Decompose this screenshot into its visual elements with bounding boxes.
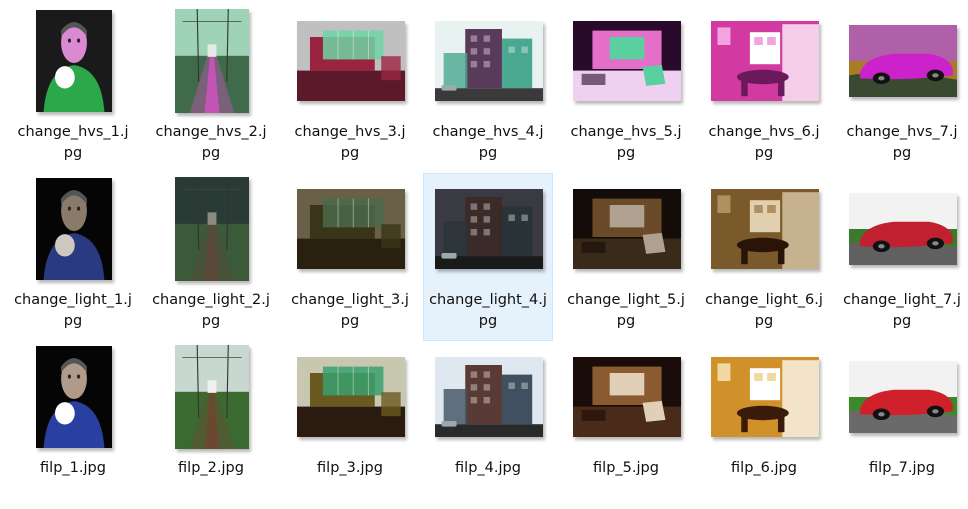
thumbnail-area [147,342,277,452]
thumbnail-area [9,6,139,116]
file-item[interactable]: change_hvs_5.jpg [561,5,691,173]
image-thumbnail [435,189,543,269]
thumbnail-area [9,342,139,452]
image-thumbnail [297,21,405,101]
file-item[interactable]: change_hvs_6.jpg [699,5,829,173]
file-name-label: change_light_6.jpg [705,292,823,329]
file-name-label: filp_6.jpg [731,460,797,476]
file-item[interactable]: change_light_6.jpg [699,173,829,341]
thumbnail-area [424,342,554,452]
file-item[interactable]: change_hvs_1.jpg [8,5,138,173]
file-item[interactable]: change_light_2.jpg [146,173,276,341]
file-name-label: change_light_7.jpg [843,292,961,329]
thumbnail-area [838,342,968,452]
thumbnail-area [286,6,416,116]
file-item[interactable]: change_hvs_4.jpg [423,5,553,173]
thumbnail-area [147,174,277,284]
file-item[interactable]: change_light_3.jpg [285,173,415,341]
thumbnail-area [147,6,277,116]
file-name-label: change_hvs_7.jpg [846,124,958,161]
file-name-label: filp_2.jpg [178,460,244,476]
thumbnail-area [286,342,416,452]
file-item[interactable]: change_light_1.jpg [8,173,138,341]
file-item[interactable]: change_hvs_7.jpg [837,5,967,173]
image-thumbnail [175,9,249,113]
file-item[interactable]: change_light_7.jpg [837,173,967,341]
file-name-label: change_hvs_6.jpg [708,124,820,161]
image-thumbnail [297,189,405,269]
thumbnail-area [562,6,692,116]
file-item[interactable]: filp_1.jpg [8,341,138,509]
thumbnail-grid: change_hvs_1.jpg change_hvs_2.jpg change… [0,0,968,488]
image-thumbnail [175,177,249,281]
image-thumbnail [573,357,681,437]
image-thumbnail [435,21,543,101]
file-name-label: change_light_3.jpg [291,292,409,329]
file-item[interactable]: change_light_5.jpg [561,173,691,341]
image-thumbnail [297,357,405,437]
file-name-label: filp_3.jpg [317,460,383,476]
file-item[interactable]: filp_2.jpg [146,341,276,509]
image-thumbnail [36,10,112,112]
image-thumbnail [849,361,957,433]
image-thumbnail [849,25,957,97]
file-name-label: change_hvs_5.jpg [570,124,682,161]
thumbnail-area [838,174,968,284]
file-name-label: filp_4.jpg [455,460,521,476]
thumbnail-area [838,6,968,116]
file-item[interactable]: change_light_4.jpg [423,173,553,341]
image-thumbnail [573,21,681,101]
image-thumbnail [573,189,681,269]
image-thumbnail [36,346,112,448]
thumbnail-area [286,174,416,284]
image-thumbnail [711,21,819,101]
file-name-label: change_hvs_4.jpg [432,124,544,161]
image-thumbnail [435,357,543,437]
file-item[interactable]: filp_6.jpg [699,341,829,509]
thumbnail-area [700,174,830,284]
file-name-label: change_light_2.jpg [152,292,270,329]
file-name-label: change_hvs_3.jpg [294,124,406,161]
image-thumbnail [175,345,249,449]
file-name-label: change_light_1.jpg [14,292,132,329]
file-item[interactable]: change_hvs_2.jpg [146,5,276,173]
file-item[interactable]: filp_4.jpg [423,341,553,509]
thumbnail-area [562,342,692,452]
file-name-label: filp_7.jpg [869,460,935,476]
thumbnail-area [700,342,830,452]
thumbnail-area [562,174,692,284]
thumbnail-area [9,174,139,284]
file-item[interactable]: change_hvs_3.jpg [285,5,415,173]
thumbnail-area [424,6,554,116]
file-name-label: change_hvs_1.jpg [17,124,129,161]
thumbnail-area [424,174,554,284]
file-name-label: filp_1.jpg [40,460,106,476]
file-item[interactable]: filp_3.jpg [285,341,415,509]
file-name-label: filp_5.jpg [593,460,659,476]
image-thumbnail [711,357,819,437]
file-name-label: change_hvs_2.jpg [155,124,267,161]
file-item[interactable]: filp_7.jpg [837,341,967,509]
file-item[interactable]: filp_5.jpg [561,341,691,509]
image-thumbnail [36,178,112,280]
image-thumbnail [711,189,819,269]
file-name-label: change_light_4.jpg [429,292,547,329]
image-thumbnail [849,193,957,265]
file-name-label: change_light_5.jpg [567,292,685,329]
thumbnail-area [700,6,830,116]
